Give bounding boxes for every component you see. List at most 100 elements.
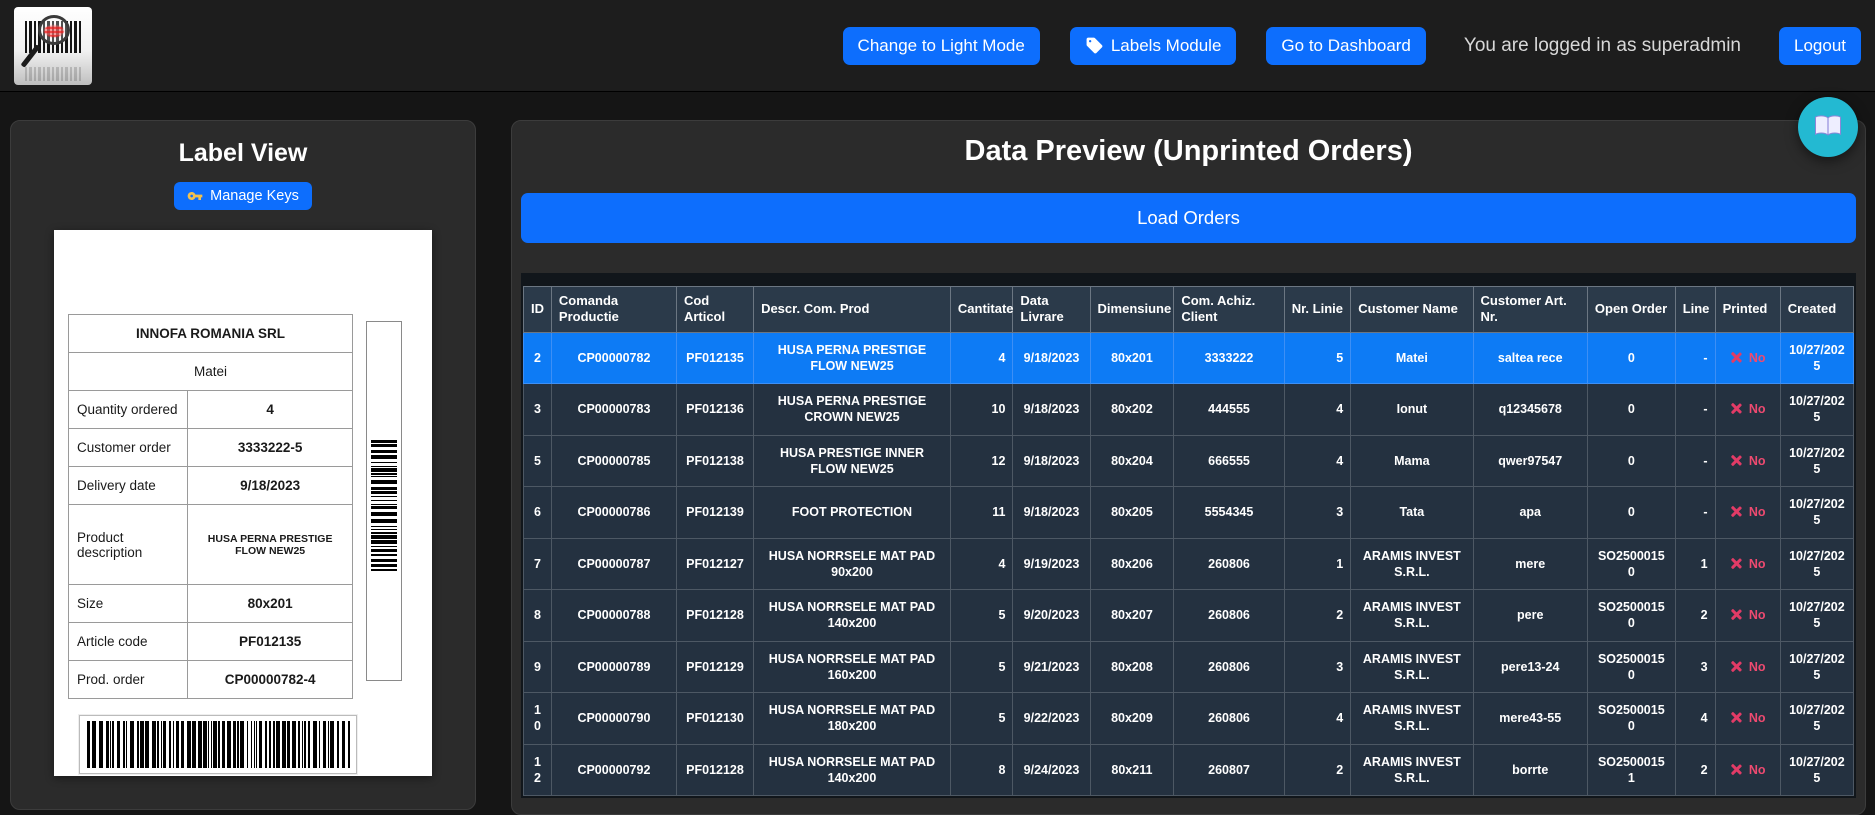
vertical-barcode	[366, 321, 402, 681]
orders-cell: ARAMIS INVEST S.R.L.	[1351, 744, 1473, 796]
orders-table-wrapper: IDComanda ProductieCod ArticolDescr. Com…	[521, 273, 1856, 798]
orders-cell: No	[1715, 435, 1780, 487]
manage-keys-label: Manage Keys	[210, 188, 299, 204]
dashboard-button[interactable]: Go to Dashboard	[1266, 27, 1425, 65]
x-mark-icon	[1730, 402, 1743, 415]
orders-cell: CP00000786	[551, 487, 676, 539]
manage-keys-button[interactable]: Manage Keys	[174, 182, 312, 210]
orders-cell: 666555	[1174, 435, 1284, 487]
docs-fab-button[interactable]	[1798, 97, 1858, 157]
orders-table-row[interactable]: 2CP00000782PF012135HUSA PERNA PRESTIGE F…	[524, 332, 1854, 384]
orders-cell: 0	[1587, 332, 1675, 384]
x-mark-icon	[1730, 505, 1743, 518]
orders-cell: 9/18/2023	[1013, 487, 1090, 539]
orders-cell: 80x204	[1090, 435, 1174, 487]
orders-table-row[interactable]: 6CP00000786PF012139FOOT PROTECTION119/18…	[524, 487, 1854, 539]
orders-cell: q12345678	[1473, 384, 1587, 436]
orders-cell: 12	[524, 744, 552, 796]
orders-cell: 4	[1284, 435, 1351, 487]
label-field-name: Customer order	[69, 429, 188, 467]
label-field-value: 4	[188, 391, 353, 429]
column-header: Dimensiune	[1090, 287, 1174, 333]
orders-cell: 260806	[1174, 538, 1284, 590]
labels-module-label: Labels Module	[1111, 36, 1222, 56]
orders-cell: 80x201	[1090, 332, 1174, 384]
orders-cell: 9/18/2023	[1013, 332, 1090, 384]
orders-cell: SO25000150	[1587, 590, 1675, 642]
orders-cell: -	[1675, 435, 1715, 487]
load-orders-button[interactable]: Load Orders	[521, 193, 1856, 243]
orders-cell: 0	[1587, 487, 1675, 539]
orders-cell: -	[1675, 332, 1715, 384]
orders-table-row[interactable]: 9CP00000789PF012129HUSA NORRSELE MAT PAD…	[524, 641, 1854, 693]
light-mode-button[interactable]: Change to Light Mode	[843, 27, 1040, 65]
orders-cell: 80x205	[1090, 487, 1174, 539]
label-field-row: Size80x201	[69, 585, 353, 623]
orders-table-row[interactable]: 8CP00000788PF012128HUSA NORRSELE MAT PAD…	[524, 590, 1854, 642]
label-barcode	[79, 715, 357, 774]
key-icon	[187, 188, 203, 204]
column-header: Printed	[1715, 287, 1780, 333]
orders-cell: HUSA PERNA PRESTIGE CROWN NEW25	[754, 384, 951, 436]
printed-status: No	[1749, 351, 1766, 365]
orders-cell: 3	[1284, 487, 1351, 539]
orders-cell: HUSA NORRSELE MAT PAD 160x200	[754, 641, 951, 693]
orders-table-row[interactable]: 10CP00000790PF012130HUSA NORRSELE MAT PA…	[524, 693, 1854, 745]
orders-cell: Mama	[1351, 435, 1473, 487]
data-preview-title: Data Preview (Unprinted Orders)	[521, 135, 1856, 168]
orders-cell: mere43-55	[1473, 693, 1587, 745]
orders-cell: 5554345	[1174, 487, 1284, 539]
column-header: Nr. Linie	[1284, 287, 1351, 333]
column-header: Comanda Productie	[551, 287, 676, 333]
column-header: ID	[524, 287, 552, 333]
orders-table-row[interactable]: 5CP00000785PF012138HUSA PRESTIGE INNER F…	[524, 435, 1854, 487]
orders-cell: 80x208	[1090, 641, 1174, 693]
orders-cell: 10/27/2025	[1780, 641, 1853, 693]
orders-cell: 260807	[1174, 744, 1284, 796]
label-field-row: Delivery date9/18/2023	[69, 467, 353, 505]
labels-module-button[interactable]: Labels Module	[1070, 27, 1237, 65]
orders-cell: 4	[1675, 693, 1715, 745]
label-field-row: Customer order3333222-5	[69, 429, 353, 467]
orders-cell: CP00000788	[551, 590, 676, 642]
orders-table-row[interactable]: 3CP00000783PF012136HUSA PERNA PRESTIGE C…	[524, 384, 1854, 436]
orders-cell: No	[1715, 693, 1780, 745]
orders-cell: 10	[524, 693, 552, 745]
orders-cell: 3	[524, 384, 552, 436]
orders-cell: 10/27/2025	[1780, 384, 1853, 436]
orders-cell: CP00000783	[551, 384, 676, 436]
logout-button[interactable]: Logout	[1779, 27, 1861, 65]
label-field-name: Article code	[69, 623, 188, 661]
orders-cell: 9/19/2023	[1013, 538, 1090, 590]
orders-cell: 10/27/2025	[1780, 435, 1853, 487]
orders-cell: PF012135	[676, 332, 753, 384]
orders-cell: CP00000785	[551, 435, 676, 487]
label-view-panel: Label View Manage Keys INNOFA ROMANIA SR…	[10, 120, 476, 810]
orders-cell: 9/22/2023	[1013, 693, 1090, 745]
label-field-value: 3333222-5	[188, 429, 353, 467]
orders-table-row[interactable]: 7CP00000787PF012127HUSA NORRSELE MAT PAD…	[524, 538, 1854, 590]
column-header: Customer Name	[1351, 287, 1473, 333]
orders-cell: 9/21/2023	[1013, 641, 1090, 693]
label-field-name: Product description	[69, 505, 188, 585]
label-field-value: CP00000782-4	[188, 661, 353, 699]
orders-cell: No	[1715, 590, 1780, 642]
orders-table: IDComanda ProductieCod ArticolDescr. Com…	[523, 286, 1854, 796]
orders-cell: pere	[1473, 590, 1587, 642]
barcode-scanner-logo[interactable]	[14, 7, 92, 85]
x-mark-icon	[1730, 660, 1743, 673]
tag-icon	[1085, 36, 1104, 55]
orders-cell: 5	[1284, 332, 1351, 384]
printed-status: No	[1749, 763, 1766, 777]
orders-cell: borrte	[1473, 744, 1587, 796]
orders-cell: 80x206	[1090, 538, 1174, 590]
orders-cell: ARAMIS INVEST S.R.L.	[1351, 538, 1473, 590]
column-header: Com. Achiz. Client	[1174, 287, 1284, 333]
printed-status: No	[1749, 454, 1766, 468]
orders-cell: 80x209	[1090, 693, 1174, 745]
orders-cell: 7	[524, 538, 552, 590]
orders-cell: 11	[950, 487, 1013, 539]
orders-cell: 9/20/2023	[1013, 590, 1090, 642]
orders-table-row[interactable]: 12CP00000792PF012128HUSA NORRSELE MAT PA…	[524, 744, 1854, 796]
orders-cell: 6	[524, 487, 552, 539]
